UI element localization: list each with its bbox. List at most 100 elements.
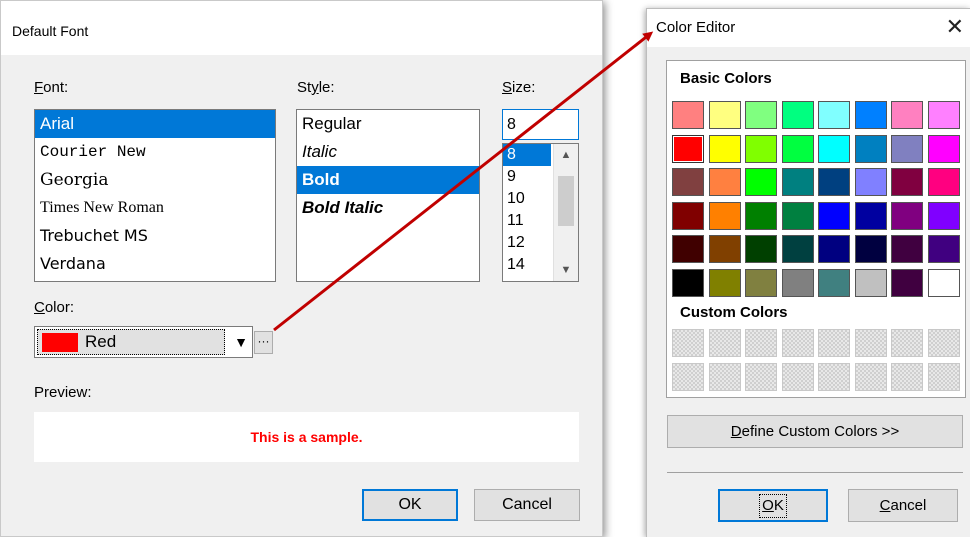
font-listbox[interactable]: Arial Courier New Georgia Times New Roma…: [34, 109, 276, 282]
basic-color-cell[interactable]: [672, 168, 704, 196]
custom-color-cell[interactable]: [781, 363, 814, 391]
style-option-regular[interactable]: Regular: [297, 110, 479, 138]
close-icon[interactable]: ✕: [946, 14, 964, 40]
basic-color-cell[interactable]: [818, 235, 850, 263]
basic-color-cell[interactable]: [927, 201, 960, 230]
basic-color-cell[interactable]: [927, 134, 960, 163]
style-option-italic[interactable]: Italic: [297, 138, 479, 166]
basic-color-cell[interactable]: [745, 201, 777, 230]
basic-color-cell[interactable]: [745, 235, 777, 263]
cancel-button[interactable]: Cancel: [474, 489, 580, 521]
custom-color-cell[interactable]: [745, 329, 777, 357]
ok-button[interactable]: OK: [362, 489, 458, 521]
basic-color-cell[interactable]: [927, 168, 960, 196]
font-option-verdana[interactable]: Verdana: [35, 250, 275, 278]
basic-color-cell[interactable]: [672, 101, 704, 129]
basic-color-cell[interactable]: [891, 201, 923, 230]
basic-color-cell[interactable]: [854, 168, 887, 196]
basic-color-cell[interactable]: [708, 134, 741, 163]
basic-color-cell[interactable]: [818, 201, 850, 230]
basic-color-cell[interactable]: [672, 201, 704, 230]
size-option[interactable]: 14: [503, 254, 552, 276]
basic-color-cell[interactable]: [854, 268, 887, 297]
custom-color-cell[interactable]: [708, 363, 741, 391]
basic-color-cell[interactable]: [854, 101, 887, 129]
font-option-georgia[interactable]: Georgia: [35, 166, 275, 194]
basic-color-cell[interactable]: [818, 168, 850, 196]
basic-color-cell[interactable]: [745, 134, 777, 163]
scroll-down-icon[interactable]: ▼: [554, 259, 578, 281]
basic-color-cell[interactable]: [891, 268, 923, 297]
basic-color-cell[interactable]: [708, 101, 741, 129]
basic-color-cell[interactable]: [818, 134, 850, 163]
custom-color-cell[interactable]: [708, 329, 741, 357]
ok-button[interactable]: OK: [718, 489, 828, 522]
color-combobox-value[interactable]: Red: [37, 329, 225, 355]
custom-color-cell[interactable]: [891, 363, 923, 391]
font-option-courier-new[interactable]: Courier New: [35, 138, 275, 166]
size-option[interactable]: 9: [503, 166, 552, 188]
basic-color-cell[interactable]: [745, 168, 777, 196]
basic-color-cell[interactable]: [708, 268, 741, 297]
basic-color-cell[interactable]: [672, 268, 704, 297]
size-option[interactable]: 10: [503, 188, 552, 210]
basic-color-cell[interactable]: [781, 268, 814, 297]
basic-color-cell[interactable]: [781, 134, 814, 163]
dropdown-arrow-icon[interactable]: ▼: [230, 327, 252, 357]
custom-color-cell[interactable]: [672, 363, 704, 391]
scroll-up-icon[interactable]: ▲: [554, 144, 578, 166]
basic-color-cell[interactable]: [818, 268, 850, 297]
basic-color-cell[interactable]: [781, 201, 814, 230]
basic-color-cell[interactable]: [818, 101, 850, 129]
basic-color-cell[interactable]: [781, 235, 814, 263]
basic-color-cell[interactable]: [854, 134, 887, 163]
basic-color-cell[interactable]: [781, 101, 814, 129]
custom-color-cell[interactable]: [745, 363, 777, 391]
basic-color-cell[interactable]: [891, 235, 923, 263]
size-option[interactable]: 12: [503, 232, 552, 254]
color-combobox[interactable]: Red ▼: [34, 326, 253, 358]
font-option-arial[interactable]: Arial: [35, 110, 275, 138]
basic-color-cell[interactable]: [708, 235, 741, 263]
size-scrollbar[interactable]: ▲ ▼: [553, 144, 578, 281]
custom-color-cell[interactable]: [854, 363, 887, 391]
custom-color-cell[interactable]: [927, 363, 960, 391]
custom-color-cell[interactable]: [818, 363, 850, 391]
size-option[interactable]: 8: [503, 144, 551, 166]
custom-color-cell[interactable]: [818, 329, 850, 357]
basic-color-cell[interactable]: [927, 101, 960, 129]
default-font-dialog: Default Font Font: Style: Size: Arial Co…: [0, 0, 603, 537]
cancel-button[interactable]: Cancel: [848, 489, 958, 522]
size-input[interactable]: 8: [502, 109, 579, 140]
basic-color-cell[interactable]: [927, 235, 960, 263]
custom-color-cell[interactable]: [854, 329, 887, 357]
custom-color-cell[interactable]: [781, 329, 814, 357]
define-custom-colors-button[interactable]: Define Custom Colors >>: [667, 415, 963, 448]
scroll-thumb[interactable]: [558, 176, 574, 226]
basic-color-cell[interactable]: [891, 101, 923, 129]
basic-color-cell[interactable]: [745, 268, 777, 297]
font-option-times-new-roman[interactable]: Times New Roman: [35, 194, 275, 222]
basic-color-cell[interactable]: [891, 168, 923, 196]
basic-color-cell[interactable]: [672, 235, 704, 263]
size-listbox[interactable]: 8 9 10 11 12 14 ▲ ▼: [502, 143, 579, 282]
custom-color-cell[interactable]: [891, 329, 923, 357]
style-option-bold-italic[interactable]: Bold Italic: [297, 194, 479, 222]
style-option-bold[interactable]: Bold: [297, 166, 479, 194]
basic-color-cell[interactable]: [927, 268, 960, 297]
custom-color-cell[interactable]: [927, 329, 960, 357]
basic-color-cell[interactable]: [891, 134, 923, 163]
font-option-trebuchet-ms[interactable]: Trebuchet MS: [35, 222, 275, 250]
basic-color-cell[interactable]: [745, 101, 777, 129]
basic-color-cell[interactable]: [781, 168, 814, 196]
basic-color-cell[interactable]: [708, 168, 741, 196]
basic-color-cell[interactable]: [708, 201, 741, 230]
color-editor-button[interactable]: ···: [254, 331, 273, 354]
title-bar: Default Font: [1, 1, 602, 55]
custom-color-cell[interactable]: [672, 329, 704, 357]
basic-color-cell[interactable]: [854, 235, 887, 263]
size-option[interactable]: 11: [503, 210, 552, 232]
basic-color-cell[interactable]: [854, 201, 887, 230]
style-listbox[interactable]: Regular Italic Bold Bold Italic: [296, 109, 480, 282]
basic-color-cell[interactable]: [672, 134, 704, 163]
